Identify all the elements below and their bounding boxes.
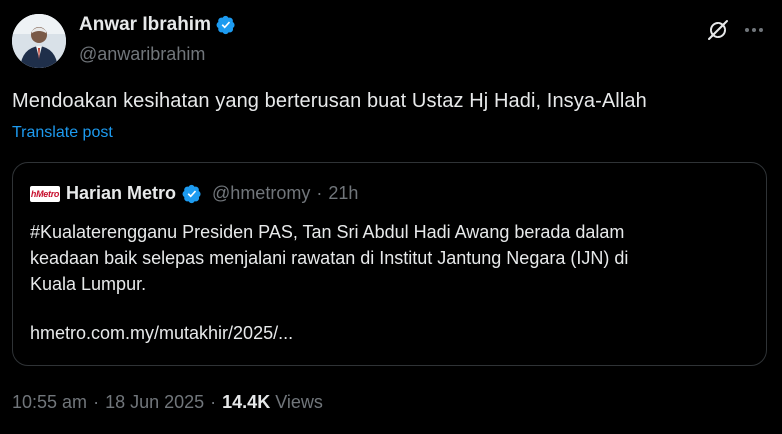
verified-badge-icon (216, 15, 236, 35)
views-label: Views (275, 392, 323, 412)
avatar[interactable] (12, 14, 66, 68)
post-detail: Anwar Ibrahim @anwaribrahim Mendoakan ke… (0, 0, 782, 434)
quoted-text-line: #Kualaterengganu Presiden PAS, Tan Sri A… (30, 222, 625, 242)
quoted-author-avatar[interactable]: hMetro (30, 185, 60, 202)
more-dots-icon (745, 28, 763, 32)
quoted-author-handle[interactable]: @hmetromy (212, 183, 310, 204)
quoted-post-time[interactable]: 21h (328, 183, 358, 204)
views-count: 14.4K (222, 392, 271, 412)
quoted-text-line: Kuala Lumpur. (30, 274, 147, 294)
more-options-button[interactable] (740, 16, 768, 44)
author-handle[interactable]: @anwaribrahim (79, 44, 205, 65)
quoted-author-name[interactable]: Harian Metro (66, 183, 176, 204)
separator-dot: · (93, 392, 100, 412)
quoted-post[interactable]: hMetro Harian Metro @hmetromy · 21h #Kua… (12, 162, 767, 366)
verified-badge-icon (182, 184, 202, 204)
translate-post-link[interactable]: Translate post (12, 124, 113, 142)
post-time[interactable]: 10:55 am (12, 392, 87, 413)
separator-dot: · (316, 183, 323, 203)
quoted-post-link[interactable]: hmetro.com.my/mutakhir/2025/... (30, 323, 293, 344)
post-text: Mendoakan kesihatan yang berterusan buat… (12, 90, 647, 112)
grok-icon (708, 20, 728, 40)
separator-dot: · (210, 392, 217, 412)
quoted-text-line: keadaan baik selepas menjalani rawatan d… (30, 248, 629, 268)
post-date[interactable]: 18 Jun 2025 (105, 392, 204, 413)
profile-photo-icon (12, 14, 66, 68)
quoted-post-header: hMetro Harian Metro @hmetromy · 21h (30, 183, 358, 204)
post-meta: 10:55 am · 18 Jun 2025 · 14.4K Views (12, 392, 323, 413)
author-name-row: Anwar Ibrahim (79, 14, 236, 36)
author-display-name[interactable]: Anwar Ibrahim (79, 14, 211, 36)
quoted-post-text: #Kualaterengganu Presiden PAS, Tan Sri A… (30, 219, 750, 297)
grok-button[interactable] (704, 16, 732, 44)
